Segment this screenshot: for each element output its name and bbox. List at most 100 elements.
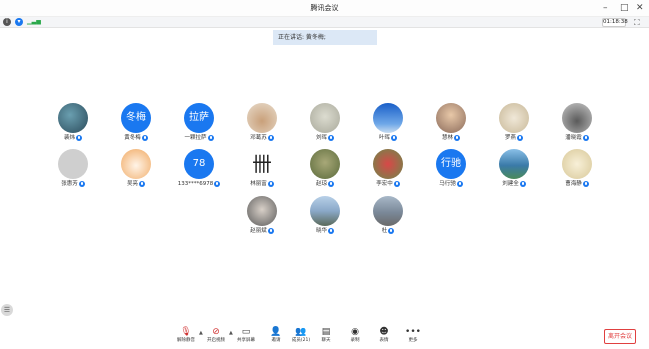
mic-icon xyxy=(78,180,85,187)
record-icon: ◉ xyxy=(351,327,359,337)
members-button[interactable]: 👥 成员(21) xyxy=(289,327,313,347)
avatar xyxy=(436,103,466,133)
participant-name: 晓华 xyxy=(295,227,355,235)
invite-button[interactable]: 👤 邀请 xyxy=(264,327,288,347)
participant-name: 李宏中 xyxy=(358,180,418,188)
side-panel-toggle-icon[interactable]: ☰ xyxy=(1,304,13,316)
window-title: 腾讯会议 xyxy=(310,4,339,12)
emoji-button[interactable]: ☻ 表情 xyxy=(372,327,396,347)
avatar: 卌 xyxy=(247,149,277,179)
participant-tile[interactable]: 邓葛苏 xyxy=(232,103,292,143)
participant-tile[interactable]: 慧林 xyxy=(421,103,481,143)
chat-icon: ▤ xyxy=(321,327,331,337)
avatar xyxy=(310,103,340,133)
audio-options-caret-icon[interactable]: ▲ xyxy=(199,330,203,336)
more-button[interactable]: ••• 更多 xyxy=(401,327,425,347)
avatar xyxy=(247,103,277,133)
avatar: 行驰 xyxy=(436,149,466,179)
participant-tile[interactable]: 78 133****6978 xyxy=(169,149,229,189)
mic-icon xyxy=(456,180,463,187)
participant-name: 邓葛苏 xyxy=(232,134,292,142)
participant-tile[interactable]: 拉萨 一颗拉萨 xyxy=(169,103,229,143)
participant-name: 杜 xyxy=(358,227,418,235)
microphone-muted-icon: 🎙 xyxy=(180,327,192,337)
more-icon: ••• xyxy=(405,327,421,337)
mic-icon xyxy=(582,180,589,187)
meeting-info-bar: i ▾ ▁▃▅ 01:18:38 ⛶ xyxy=(0,17,649,28)
participant-tile[interactable]: 赵丽斌 xyxy=(232,196,292,236)
minimize-icon[interactable]: – xyxy=(603,2,608,14)
avatar: 78 xyxy=(184,149,214,179)
shield-icon[interactable]: ▾ xyxy=(15,18,23,26)
participant-name: 叶晖 xyxy=(358,134,418,142)
participant-tile[interactable]: 赵琼 xyxy=(295,149,355,189)
mic-icon xyxy=(207,134,214,141)
participant-tile[interactable]: 罗燕 xyxy=(484,103,544,143)
leave-meeting-button[interactable]: 离开会议 xyxy=(604,329,636,344)
participant-tile[interactable]: 李宏中 xyxy=(358,149,418,189)
record-button[interactable]: ◉ 录制 xyxy=(343,327,367,347)
avatar xyxy=(373,149,403,179)
mic-icon xyxy=(388,227,395,234)
participant-tile[interactable]: 行驰 马行驰 xyxy=(421,149,481,189)
participant-name: 133****6978 xyxy=(169,180,229,188)
unmute-button[interactable]: 🎙 解除静音 xyxy=(174,327,198,347)
participant-tile[interactable]: 曹海静 xyxy=(547,149,607,189)
avatar: 冬梅 xyxy=(121,103,151,133)
participant-tile[interactable]: 晓华 xyxy=(295,196,355,236)
mic-icon xyxy=(328,134,334,141)
avatar xyxy=(121,149,151,179)
video-options-caret-icon[interactable]: ▲ xyxy=(229,330,233,336)
avatar xyxy=(310,149,340,179)
participant-name: 慧林 xyxy=(421,134,481,142)
meeting-timer: 01:18:38 xyxy=(602,18,628,27)
mic-icon xyxy=(267,227,274,234)
signal-icon[interactable]: ▁▃▅ xyxy=(27,18,41,26)
mic-icon xyxy=(454,134,460,141)
share-screen-button[interactable]: ▭ 共享屏幕 xyxy=(234,327,258,347)
mic-icon xyxy=(328,227,334,234)
mic-icon xyxy=(214,180,221,187)
chat-button[interactable]: ▤ 聊天 xyxy=(314,327,338,347)
meeting-toolbar: 🎙 解除静音 ▲ ⊘ 开启视频 ▲ ▭ 共享屏幕 👤 邀请 👥 成员(21) ▤… xyxy=(0,322,649,349)
mic-icon xyxy=(391,134,397,141)
avatar: 拉萨 xyxy=(184,103,214,133)
info-icon[interactable]: i xyxy=(3,18,11,26)
emoji-icon: ☻ xyxy=(379,327,389,337)
participant-name: 刘建全 xyxy=(484,180,544,188)
avatar xyxy=(247,196,277,226)
mic-icon xyxy=(267,134,274,141)
close-icon[interactable]: ✕ xyxy=(636,2,644,14)
participant-name: 林丽富 xyxy=(232,180,292,188)
title-bar: 腾讯会议 – □ ✕ xyxy=(0,0,649,17)
participant-tile[interactable]: 张惠芳 xyxy=(43,149,103,189)
speaking-indicator: 正在讲话: 黄冬梅; xyxy=(273,30,377,45)
mic-icon xyxy=(139,180,145,187)
participant-tile[interactable]: 冬梅 黄冬梅 xyxy=(106,103,166,143)
participant-tile[interactable]: 卌 林丽富 xyxy=(232,149,292,189)
start-video-button[interactable]: ⊘ 开启视频 xyxy=(204,327,228,347)
mic-icon xyxy=(141,134,148,141)
participant-tile[interactable]: 裴炜 xyxy=(43,103,103,143)
avatar xyxy=(373,196,403,226)
participant-tile[interactable]: 潘晓霞 xyxy=(547,103,607,143)
fullscreen-icon[interactable]: ⛶ xyxy=(634,17,640,28)
participant-name: 张惠芳 xyxy=(43,180,103,188)
mic-icon xyxy=(328,180,334,187)
participant-tile[interactable]: 刘建全 xyxy=(484,149,544,189)
participant-name: 一颗拉萨 xyxy=(169,134,229,142)
participant-tile[interactable]: 吴亮 xyxy=(106,149,166,189)
avatar xyxy=(58,103,88,133)
mic-icon xyxy=(517,134,523,141)
avatar xyxy=(499,103,529,133)
mic-icon xyxy=(519,180,526,187)
mic-icon xyxy=(76,134,82,141)
mic-icon xyxy=(582,134,589,141)
participant-tile[interactable]: 刘晖 xyxy=(295,103,355,143)
participant-tile[interactable]: 叶晖 xyxy=(358,103,418,143)
participant-name: 赵丽斌 xyxy=(232,227,292,235)
invite-icon: 👤 xyxy=(270,327,282,337)
maximize-icon[interactable]: □ xyxy=(620,2,629,14)
participant-name: 赵琼 xyxy=(295,180,355,188)
participant-tile[interactable]: 杜 xyxy=(358,196,418,236)
